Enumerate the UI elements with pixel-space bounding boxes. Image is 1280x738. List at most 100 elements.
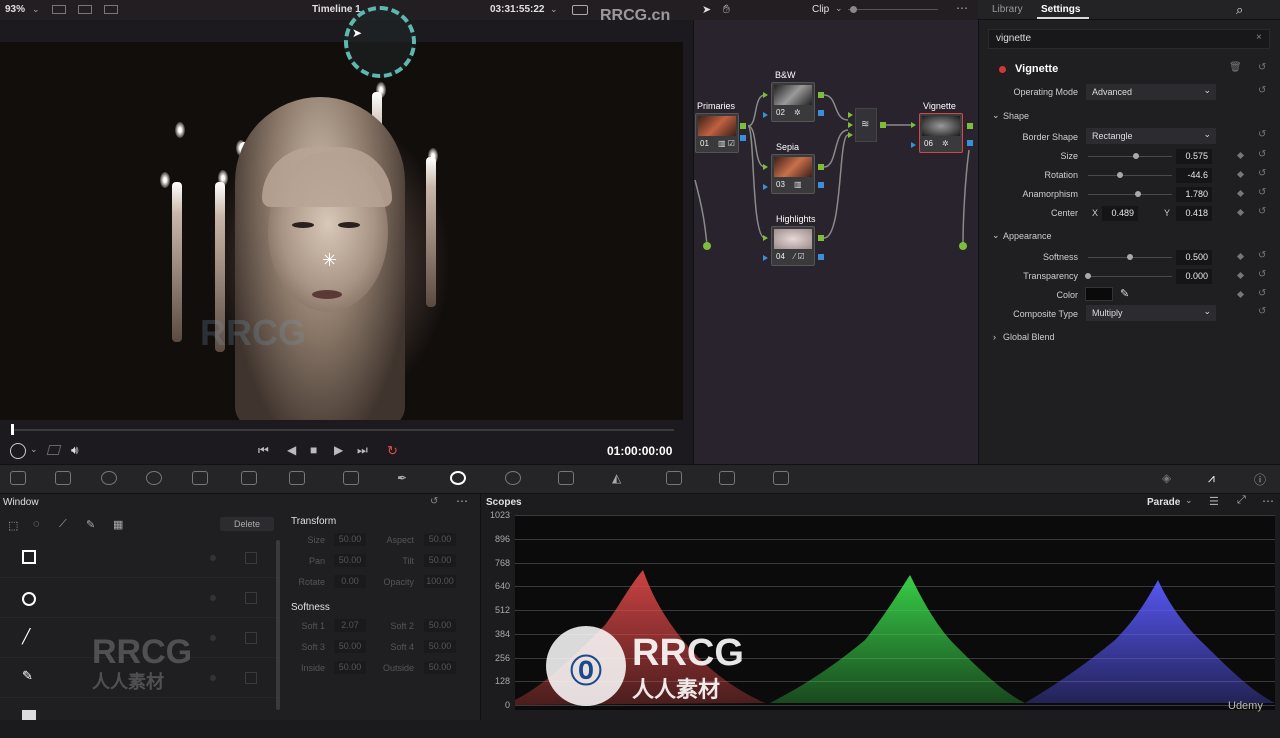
qualifier-icon[interactable]: ✒ [397,471,413,485]
input-port[interactable] [763,164,768,170]
alpha-port[interactable] [967,140,973,146]
color-swatch[interactable] [1085,287,1113,301]
alpha-port[interactable] [740,135,746,141]
transparency-slider[interactable] [1088,276,1172,277]
sizing-icon[interactable] [719,471,735,485]
transform-aspect-value[interactable]: 50.00 [424,533,456,546]
node-vignette[interactable]: 06 ✲ [919,113,963,153]
stop-icon[interactable]: ■ [310,443,317,457]
window-enable-dot[interactable] [210,635,216,641]
add-curve-window-icon[interactable]: ✎ [86,518,95,531]
reset-icon[interactable]: ↺ [1258,250,1266,261]
window-enable-dot[interactable] [210,675,216,681]
alpha-port[interactable] [818,254,824,260]
effect-enable-icon[interactable] [999,66,1006,73]
alpha-input-port[interactable] [763,255,768,261]
delete-window-button[interactable]: Delete [220,517,274,531]
keyframes-icon[interactable]: ◈ [1162,471,1178,485]
output-port[interactable] [740,123,746,129]
scopes-icon[interactable]: ⩘ [1208,471,1224,485]
shape-section-title[interactable]: Shape [1003,111,1029,121]
output-port[interactable] [818,164,824,170]
appearance-section-toggle[interactable]: ⌄ [992,230,1000,241]
chevron-down-icon[interactable]: ⌄ [32,4,40,15]
node-primaries[interactable]: 01 ▥ ☑ [695,113,739,153]
alpha-input-port[interactable] [911,142,916,148]
reset-icon[interactable]: ↺ [1258,206,1266,217]
more-options-icon[interactable]: ⋯ [1262,494,1274,508]
curves-icon[interactable] [289,471,305,485]
node-bw[interactable]: 02 ✲ [771,82,815,122]
skip-end-icon[interactable]: ⏭︎ [357,443,368,458]
rotation-value[interactable]: -44.6 [1176,168,1212,183]
wipe-viewer-icon[interactable] [104,5,118,14]
output-port[interactable] [818,235,824,241]
reverse-play-icon[interactable]: ◀︎ [287,443,296,457]
blur-icon[interactable]: ◭ [612,471,628,485]
appearance-section-title[interactable]: Appearance [1003,231,1052,241]
reset-icon[interactable]: ↺ [1258,288,1266,299]
node-zoom-slider[interactable] [848,9,938,10]
eyedropper-icon[interactable]: ✎ [1120,287,1129,300]
global-blend-toggle[interactable]: › [993,332,996,342]
alpha-port[interactable] [818,110,824,116]
transform-size-value[interactable]: 50.00 [334,533,366,546]
video-output-icon[interactable] [572,5,588,15]
node-sepia[interactable]: 03 ▥ [771,154,815,194]
chevron-down-icon[interactable]: ⌄ [1185,495,1193,506]
skip-start-icon[interactable]: ⏮︎ [258,443,269,458]
chevron-down-icon[interactable]: ⌄ [30,444,38,455]
expand-icon[interactable]: ⤢ [1237,494,1246,507]
speaker-icon[interactable]: 🔊︎ [71,443,79,458]
3d-icon[interactable] [773,471,789,485]
size-slider[interactable] [1088,156,1172,157]
operating-mode-dropdown[interactable]: Advanced ⌄ [1086,84,1216,100]
play-icon[interactable]: ▶︎ [334,443,343,457]
softness-value[interactable]: 0.500 [1176,250,1212,265]
border-shape-dropdown[interactable]: Rectangle ⌄ [1086,128,1216,144]
info-icon[interactable]: ⓘ [1254,471,1270,487]
square-window-icon[interactable] [22,550,36,564]
camera-raw-icon[interactable] [10,471,26,485]
window-enable-dot[interactable] [210,595,216,601]
clear-search-icon[interactable]: × [1256,32,1262,43]
input-port[interactable] [848,112,853,118]
anamorphism-slider[interactable] [1088,194,1172,195]
input-port[interactable] [848,132,853,138]
split-viewer-icon[interactable] [78,5,92,14]
timeline-name[interactable]: Timeline 1 [312,4,361,15]
reset-icon[interactable]: ↺ [1258,168,1266,179]
anamorphism-value[interactable]: 1.780 [1176,187,1212,202]
loop-icon[interactable]: ↻ [387,443,398,459]
node-zoom-knob[interactable] [850,6,857,13]
motion-effects-icon[interactable] [241,471,257,485]
alpha-input-port[interactable] [763,184,768,190]
circle-window-icon[interactable] [22,592,36,606]
outside-value[interactable]: 50.00 [424,661,456,674]
reset-icon[interactable]: ↺ [1258,149,1266,160]
window-row-circle[interactable] [0,578,276,618]
global-blend-title[interactable]: Global Blend [1003,332,1055,342]
transform-pan-value[interactable]: 50.00 [334,554,366,567]
transform-tilt-value[interactable]: 50.00 [424,554,456,567]
reset-icon[interactable]: ↺ [1258,62,1266,73]
hand-tool-icon[interactable]: ✋︎ [723,2,730,17]
soft2-value[interactable]: 50.00 [424,619,456,632]
alpha-port[interactable] [818,182,824,188]
scrubber-bar[interactable] [12,429,674,431]
transparency-value[interactable]: 0.000 [1176,269,1212,284]
window-row-gradient[interactable] [0,698,276,738]
trash-icon[interactable]: 🗑︎ [1229,62,1242,73]
magic-mask-icon[interactable] [558,471,574,485]
color-match-icon[interactable] [55,471,71,485]
more-options-icon[interactable]: ⋯ [456,494,468,508]
add-linear-window-icon[interactable]: ⬚ [8,519,18,532]
tab-library[interactable]: Library [992,4,1023,15]
rotation-slider[interactable] [1088,175,1172,176]
input-port[interactable] [911,122,916,128]
reset-icon[interactable]: ↺ [1258,85,1266,96]
soft1-value[interactable]: 2.07 [334,619,366,632]
search-input[interactable]: vignette [996,33,1031,44]
add-circle-window-icon[interactable]: ◌ [33,518,40,530]
window-invert-checkbox[interactable] [245,592,257,604]
